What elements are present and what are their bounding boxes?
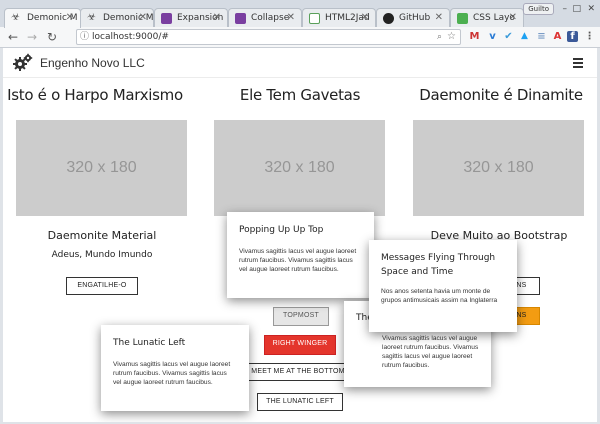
profile-button[interactable]: Guilto — [523, 3, 554, 15]
topmost-button[interactable]: Topmost — [273, 307, 329, 326]
close-icon[interactable]: ✕ — [435, 12, 443, 23]
popover-body: Nos anos setenta havia um monte de grupo… — [381, 288, 498, 304]
tab-expansion[interactable]: Expansion ✕ — [154, 8, 228, 27]
close-icon[interactable]: ✕ — [361, 12, 369, 23]
extension-m-icon[interactable]: M — [469, 31, 480, 42]
card-title: Daemonite Material — [47, 229, 157, 242]
popover-title: Popping Up Up Top — [239, 225, 324, 235]
purple-square-icon — [235, 13, 246, 24]
close-icon[interactable]: ✕ — [509, 12, 517, 23]
image-placeholder: 320 x 180 — [214, 120, 385, 216]
facebook-icon[interactable]: f — [567, 31, 578, 42]
popover-body: Vivamus sagittis lacus vel augue laoreet… — [239, 248, 357, 273]
popover-body: Vivamus sagittis lacus vel augue laoreet… — [113, 361, 231, 386]
bookmark-star-icon[interactable]: ☆ — [447, 30, 456, 44]
popover-left: The Lunatic Left Vivamus sagittis lacus … — [101, 325, 249, 411]
popover-body: Vivamus sagittis lacus vel augue laoreet… — [382, 335, 479, 369]
close-icon[interactable]: ✕ — [66, 12, 74, 23]
tab-label: Collapse — [251, 13, 290, 23]
image-placeholder: 320 x 180 — [413, 120, 584, 216]
close-icon[interactable]: ✕ — [287, 12, 295, 23]
tab-strip: ☣ Demonic M ✕ ☣ Demonic M ✕ Expansion ✕ … — [0, 0, 600, 28]
image-placeholder: 320 x 180 — [16, 120, 187, 216]
web-page: Engenho Novo LLC Isto é o Harpo Marxismo… — [3, 48, 597, 422]
back-icon[interactable]: ← — [8, 30, 18, 44]
popover-title: Messages Flying Through Space and Time — [381, 253, 496, 277]
tab-github[interactable]: GitHub ✕ — [376, 8, 450, 27]
gears-icon — [13, 53, 33, 71]
browser-toolbar: ← → ↻ ⓘ localhost:9000/# ⌕ ☆ M v ✔ ▲ ≡ A… — [0, 27, 600, 48]
tab-demonic-active[interactable]: ☣ Demonic M ✕ — [4, 8, 81, 28]
tab-demonic[interactable]: ☣ Demonic M ✕ — [80, 8, 154, 27]
twitter-icon[interactable]: ▲ — [519, 31, 530, 42]
menu-icon[interactable]: ⋮ — [584, 31, 595, 42]
biohazard-icon: ☣ — [11, 12, 20, 23]
purple-square-icon — [161, 13, 172, 24]
column-title: Daemonite é Dinamite — [419, 86, 583, 104]
document-icon — [309, 13, 320, 24]
hamburger-menu-icon[interactable] — [573, 58, 583, 68]
popover-title: The Lunatic Left — [113, 338, 186, 348]
css-icon — [457, 13, 468, 24]
meet-me-at-the-bottom-button[interactable]: Meet Me At The Bottom — [247, 363, 349, 381]
tab-label: GitHub — [399, 13, 431, 23]
popover-messages: Messages Flying Through Space and Time N… — [369, 240, 517, 332]
the-lunatic-left-button[interactable]: The Lunatic Left — [257, 393, 343, 411]
maximize-icon[interactable]: □ — [572, 4, 581, 14]
url-text: localhost:9000/# — [92, 32, 169, 42]
right-winger-button[interactable]: Right Winger — [264, 335, 336, 355]
tab-html2jade[interactable]: HTML2Jad ✕ — [302, 8, 376, 27]
close-icon[interactable]: ✕ — [139, 12, 147, 23]
close-icon[interactable]: ✕ — [213, 12, 221, 23]
reload-icon[interactable]: ↻ — [47, 30, 57, 44]
zoom-icon[interactable]: ⌕ — [437, 30, 442, 44]
browser-window: ☣ Demonic M ✕ ☣ Demonic M ✕ Expansion ✕ … — [0, 0, 600, 424]
engatilhe-button[interactable]: Engatilhe-O — [66, 277, 138, 295]
column-title: Isto é o Harpo Marxismo — [7, 86, 183, 104]
extension-lines-icon[interactable]: ≡ — [536, 31, 547, 42]
biohazard-icon: ☣ — [87, 12, 96, 23]
github-icon — [383, 13, 394, 24]
brand-name[interactable]: Engenho Novo LLC — [40, 56, 145, 70]
extension-check-icon[interactable]: ✔ — [503, 31, 514, 42]
close-window-icon[interactable]: ✕ — [587, 4, 595, 14]
tab-css-layout[interactable]: CSS Layo ✕ — [450, 8, 524, 27]
card-subtitle: Adeus, Mundo Imundo — [51, 250, 153, 260]
info-icon[interactable]: ⓘ — [80, 30, 89, 44]
address-bar[interactable]: ⓘ localhost:9000/# ⌕ ☆ — [76, 29, 461, 45]
site-navbar: Engenho Novo LLC — [3, 48, 597, 78]
extension-a-icon[interactable]: A — [552, 31, 563, 42]
tab-collapse[interactable]: Collapse ✕ — [228, 8, 302, 27]
column-title: Ele Tem Gavetas — [239, 86, 361, 104]
forward-icon[interactable]: → — [27, 30, 37, 44]
popover-top: Popping Up Up Top Vivamus sagittis lacus… — [227, 212, 374, 298]
extension-v-icon[interactable]: v — [487, 31, 498, 42]
minimize-icon[interactable]: – — [563, 4, 568, 14]
